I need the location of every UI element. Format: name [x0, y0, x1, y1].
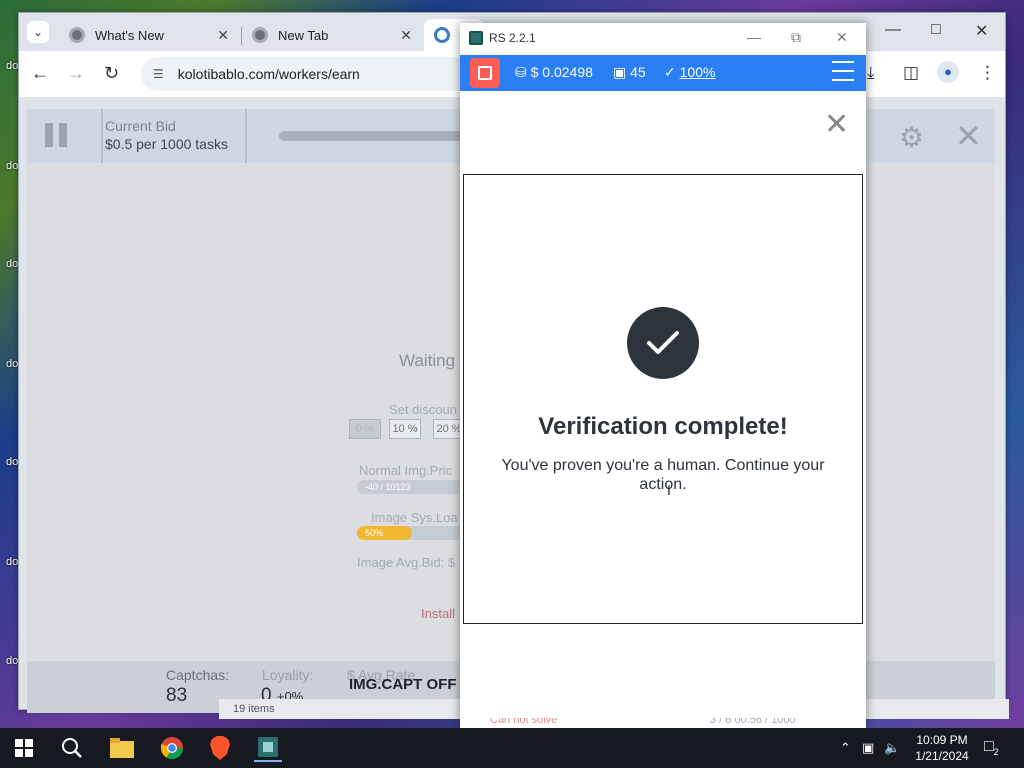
captchas-value: 83: [166, 685, 188, 706]
close-window-icon[interactable]: ✕: [975, 21, 988, 41]
images-stat: ▣ 45: [613, 64, 646, 81]
tab-whats-new[interactable]: What's New ✕: [59, 19, 239, 51]
tab-label: What's New: [95, 27, 164, 43]
network-icon[interactable]: ▣: [862, 740, 874, 756]
tab-label: New Tab: [278, 27, 329, 43]
close-icon[interactable]: ✕: [217, 27, 229, 44]
sys-load-bar-text: 50%: [365, 528, 384, 538]
images-value: 45: [630, 64, 646, 80]
text-cursor-icon: I: [667, 482, 671, 498]
sys-load-bar: 50%: [357, 526, 467, 540]
gear-icon[interactable]: ⚙: [899, 121, 924, 154]
normal-price-bar-text: -40 / 10123: [365, 482, 411, 492]
taskbar: ⌃ ▣ 🔈 10:09 PM 1/21/2024 □2: [0, 728, 1024, 768]
percent-value: 100%: [679, 64, 716, 80]
avg-bid-label: Image Avg.Bid: $: [357, 555, 456, 570]
forward-icon[interactable]: →: [67, 63, 85, 84]
maximize-icon[interactable]: □: [931, 21, 941, 39]
close-icon[interactable]: ✕: [824, 107, 849, 142]
rs-titlebar: RS 2.2.1 — ⧉ ✕: [460, 23, 866, 53]
bid-value: $0.5 per 1000 tasks: [105, 136, 228, 152]
percent-stat[interactable]: ✓ 100%: [664, 64, 715, 81]
site-info-icon[interactable]: ☰: [153, 67, 164, 81]
close-icon[interactable]: ✕: [400, 27, 412, 44]
balance-value: $ 0.02498: [530, 64, 593, 80]
rs-extension-window: RS 2.2.1 — ⧉ ✕ ⛁ $ 0.02498 ▣ 45 ✓ 100% ✕…: [460, 23, 866, 728]
install-link[interactable]: Install: [421, 606, 455, 621]
current-bid-block: Current Bid $0.5 per 1000 tasks: [101, 109, 228, 163]
rs-title: RS 2.2.1: [489, 31, 536, 45]
profile-avatar[interactable]: ●: [937, 61, 959, 83]
side-panel-icon[interactable]: ◫: [903, 63, 919, 83]
rs-app-icon[interactable]: [254, 734, 282, 762]
hamburger-menu-icon[interactable]: [832, 61, 854, 81]
minimize-icon[interactable]: —: [747, 29, 761, 45]
captchas-label: Captchas:: [166, 667, 230, 683]
minimize-icon[interactable]: —: [885, 21, 901, 39]
menu-kebab-icon[interactable]: ⋮: [979, 63, 996, 83]
url-text: kolotibablo.com/workers/earn: [177, 66, 360, 82]
stop-button[interactable]: [470, 58, 500, 88]
coins-icon: ⛁: [515, 64, 527, 80]
close-icon[interactable]: ✕: [955, 117, 982, 155]
rs-logo-icon: [469, 31, 483, 45]
back-icon[interactable]: ←: [31, 63, 49, 84]
system-clock[interactable]: 10:09 PM 1/21/2024: [902, 732, 982, 764]
chevron-up-icon[interactable]: ⌃: [840, 740, 851, 756]
chrome-icon[interactable]: [158, 734, 186, 762]
chrome-icon: [252, 27, 268, 43]
chrome-icon: [69, 27, 85, 43]
rs-bottom-bar: Can not solve 3 / 6 00:56 / 1000: [460, 718, 866, 728]
normal-price-bar: -40 / 10123: [357, 480, 467, 494]
loyality-label: Loyality:: [262, 667, 314, 683]
image-icon: ▣: [613, 64, 627, 80]
tab-new-tab[interactable]: New Tab ✕: [242, 19, 422, 51]
reload-icon[interactable]: ↻: [104, 63, 119, 84]
bid-title: Current Bid: [105, 118, 176, 134]
clock-time: 10:09 PM: [916, 733, 968, 747]
bottom-left-status: Can not solve: [490, 718, 558, 726]
sys-load-label: Image Sys.Loa: [371, 510, 458, 525]
file-explorer-icon[interactable]: [108, 734, 136, 762]
discount-0-button[interactable]: 0 %: [349, 419, 381, 439]
divider: [245, 109, 247, 163]
notification-icon[interactable]: □2: [984, 738, 999, 757]
normal-price-label: Normal Img.Pric: [359, 463, 453, 478]
verify-text: You've proven you're a human. Continue y…: [501, 457, 825, 493]
address-bar[interactable]: ☰ kolotibablo.com/workers/earn: [141, 57, 471, 91]
kolotibablo-icon: [434, 27, 450, 43]
waiting-text: Waiting: [399, 351, 456, 370]
clock-date: 1/21/2024: [915, 749, 969, 763]
windows-start-icon[interactable]: [10, 734, 38, 762]
tab-search-dropdown[interactable]: ⌄: [27, 21, 49, 43]
discount-10-button[interactable]: 10 %: [389, 419, 421, 439]
balance-stat: ⛁ $ 0.02498: [515, 64, 593, 81]
rs-status-bar: ⛁ $ 0.02498 ▣ 45 ✓ 100%: [460, 55, 866, 91]
pause-icon[interactable]: [45, 123, 69, 147]
discount-label: Set discoun: [389, 402, 457, 417]
volume-muted-icon[interactable]: 🔈: [884, 740, 900, 756]
download-icon[interactable]: ⤓: [867, 63, 875, 83]
check-circle-icon: ✓: [664, 64, 676, 80]
restore-icon[interactable]: ⧉: [791, 29, 801, 46]
brave-icon[interactable]: [206, 734, 234, 762]
verification-frame: Verification complete! You've proven you…: [463, 174, 863, 624]
checkmark-icon: [627, 307, 699, 379]
bottom-right-status: 3 / 6 00:56 / 1000: [710, 718, 796, 726]
close-icon[interactable]: ✕: [836, 29, 848, 46]
progress-bar: [279, 131, 469, 141]
verify-title: Verification complete!: [538, 413, 788, 440]
chevron-down-icon: ⌄: [32, 25, 44, 39]
search-icon[interactable]: [58, 734, 86, 762]
notification-count: 2: [993, 747, 999, 758]
stop-icon: [478, 66, 492, 80]
offer-text: IMG.CAPT OFF: [349, 676, 457, 693]
